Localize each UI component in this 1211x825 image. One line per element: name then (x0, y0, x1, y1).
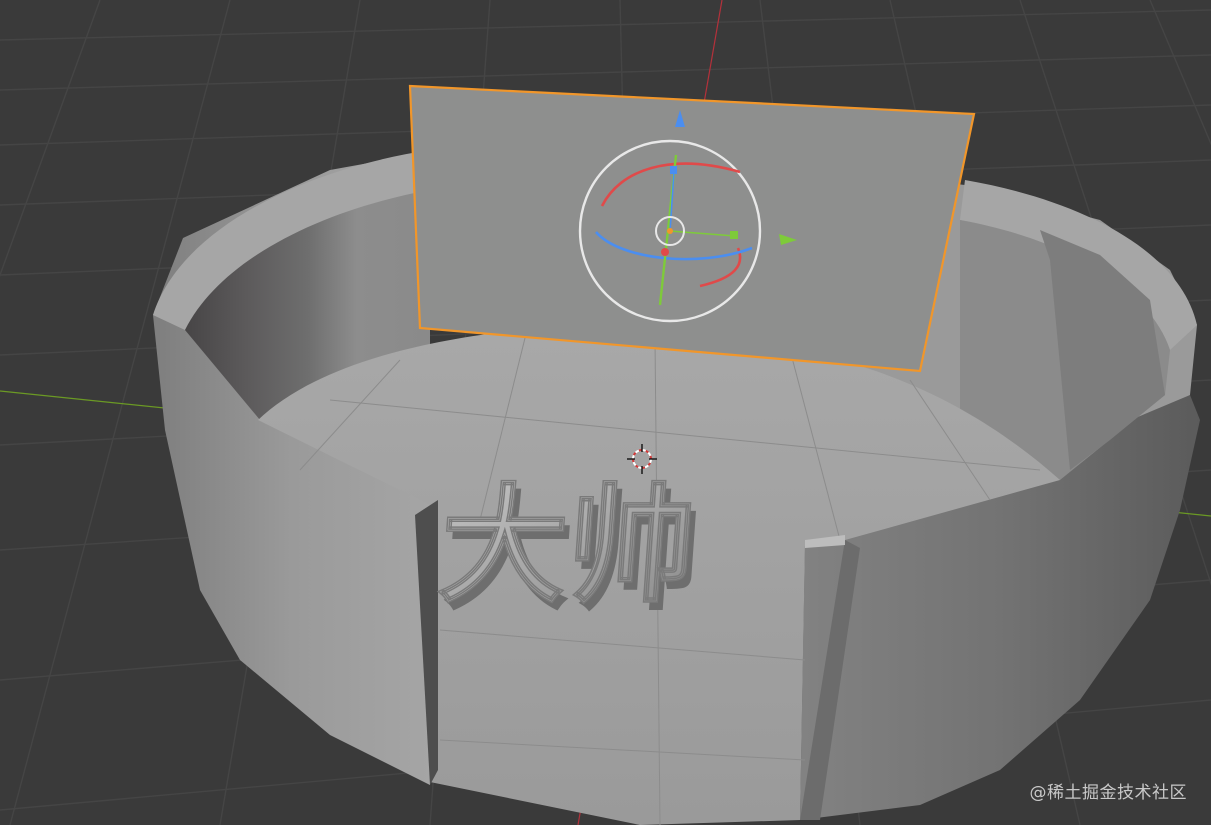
extruded-text-mesh[interactable]: 大帅 大帅 (434, 471, 707, 629)
extruded-text: 大帅 (435, 472, 701, 621)
watermark: @稀土掘金技术社区 (1029, 783, 1187, 803)
selected-plane[interactable] (408, 84, 976, 373)
3d-viewport[interactable]: 大帅 大帅 @稀土掘金技术社区 (0, 0, 1211, 825)
viewport-canvas[interactable]: 大帅 大帅 (0, 0, 1211, 825)
